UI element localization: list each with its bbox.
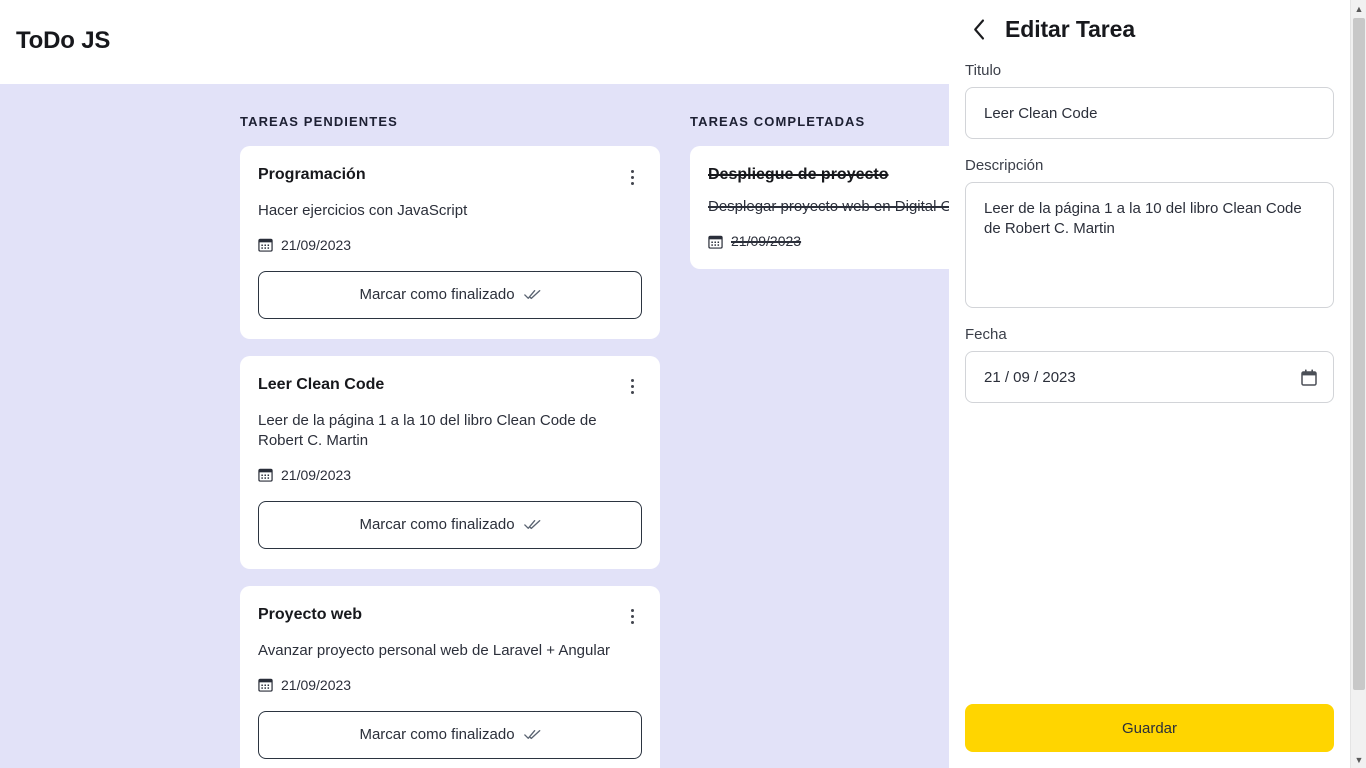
task-title: Proyecto web xyxy=(258,605,363,623)
mark-as-finished-label: Marcar como finalizado xyxy=(359,286,515,304)
column-pending: TAREAS PENDIENTES Programación Hacer eje… xyxy=(240,84,660,768)
calendar-icon xyxy=(258,237,273,253)
double-check-icon xyxy=(523,288,541,302)
date-input[interactable]: 21 / 09 / 2023 xyxy=(965,351,1334,403)
save-button[interactable]: Guardar xyxy=(965,704,1334,752)
scroll-up-arrow-icon[interactable]: ▲ xyxy=(1351,0,1366,17)
task-card-header: Proyecto web xyxy=(258,604,642,628)
task-card[interactable]: Proyecto web Avanzar proyecto personal w… xyxy=(240,585,660,768)
three-dots-vertical-icon[interactable] xyxy=(622,606,642,628)
task-description: Avanzar proyecto personal web de Laravel… xyxy=(258,641,611,659)
mark-as-finished-label: Marcar como finalizado xyxy=(359,516,515,534)
field-description: Descripción Leer de la página 1 a la 10 … xyxy=(965,157,1334,308)
description-input[interactable]: Leer de la página 1 a la 10 del libro Cl… xyxy=(965,182,1334,308)
field-date-label: Fecha xyxy=(965,326,1007,343)
scroll-down-arrow-icon[interactable]: ▼ xyxy=(1351,751,1366,768)
vertical-scrollbar[interactable]: ▲ ▼ xyxy=(1350,0,1366,768)
calendar-icon xyxy=(708,234,723,249)
chevron-left-icon[interactable] xyxy=(967,14,991,44)
scrollbar-thumb[interactable] xyxy=(1353,18,1365,690)
task-date-row: 21/09/2023 xyxy=(258,237,642,253)
three-dots-vertical-icon[interactable] xyxy=(622,166,642,188)
task-description: Leer de la página 1 a la 10 del libro Cl… xyxy=(258,411,597,449)
task-title: Programación xyxy=(258,166,366,183)
task-card-header: Leer Clean Code xyxy=(258,374,642,398)
field-date: Fecha 21 / 09 / 2023 xyxy=(965,326,1334,403)
task-card[interactable]: Leer Clean Code Leer de la página 1 a la… xyxy=(240,355,660,569)
task-description: Hacer ejercicios con JavaScript xyxy=(258,202,468,219)
double-check-icon xyxy=(523,728,541,742)
calendar-icon xyxy=(258,677,273,692)
task-date-row: 21/09/2023 xyxy=(258,467,642,483)
double-check-icon xyxy=(523,518,541,532)
panel-title: Editar Tarea xyxy=(1005,15,1136,42)
mark-as-finished-button[interactable]: Marcar como finalizado xyxy=(258,710,642,759)
app-root: ToDo JS TAREAS PENDIENTES Programación H… xyxy=(0,0,1366,768)
task-title: Despliegue de proyecto xyxy=(708,166,889,183)
panel-header: Editar Tarea xyxy=(965,0,1334,44)
app-title: ToDo JS xyxy=(16,27,111,54)
task-date: 21/09/2023 xyxy=(281,466,352,483)
mark-as-finished-button[interactable]: Marcar como finalizado xyxy=(258,500,642,549)
calendar-picker-icon[interactable] xyxy=(1301,369,1317,386)
task-card[interactable]: Programación Hacer ejercicios con JavaSc… xyxy=(240,146,660,339)
task-card-header: Programación xyxy=(258,164,642,188)
mark-as-finished-label: Marcar como finalizado xyxy=(359,726,515,744)
title-input[interactable]: Leer Clean Code xyxy=(965,87,1334,139)
date-input-value: 21 / 09 / 2023 xyxy=(984,368,1076,386)
calendar-icon xyxy=(258,467,273,482)
edit-task-panel: Editar Tarea Titulo Leer Clean Code Desc… xyxy=(949,0,1350,768)
task-date-row: 21/09/2023 xyxy=(258,677,642,693)
task-date: 21/09/2023 xyxy=(731,233,802,250)
task-date: 21/09/2023 xyxy=(281,676,352,693)
column-pending-title: TAREAS PENDIENTES xyxy=(240,114,398,129)
mark-as-finished-button[interactable]: Marcar como finalizado xyxy=(258,270,642,319)
field-title: Titulo Leer Clean Code xyxy=(965,62,1334,139)
task-title: Leer Clean Code xyxy=(258,375,385,393)
task-date: 21/09/2023 xyxy=(281,236,352,253)
three-dots-vertical-icon[interactable] xyxy=(622,376,642,398)
field-title-label: Titulo xyxy=(965,62,1002,79)
field-description-label: Descripción xyxy=(965,157,1044,174)
